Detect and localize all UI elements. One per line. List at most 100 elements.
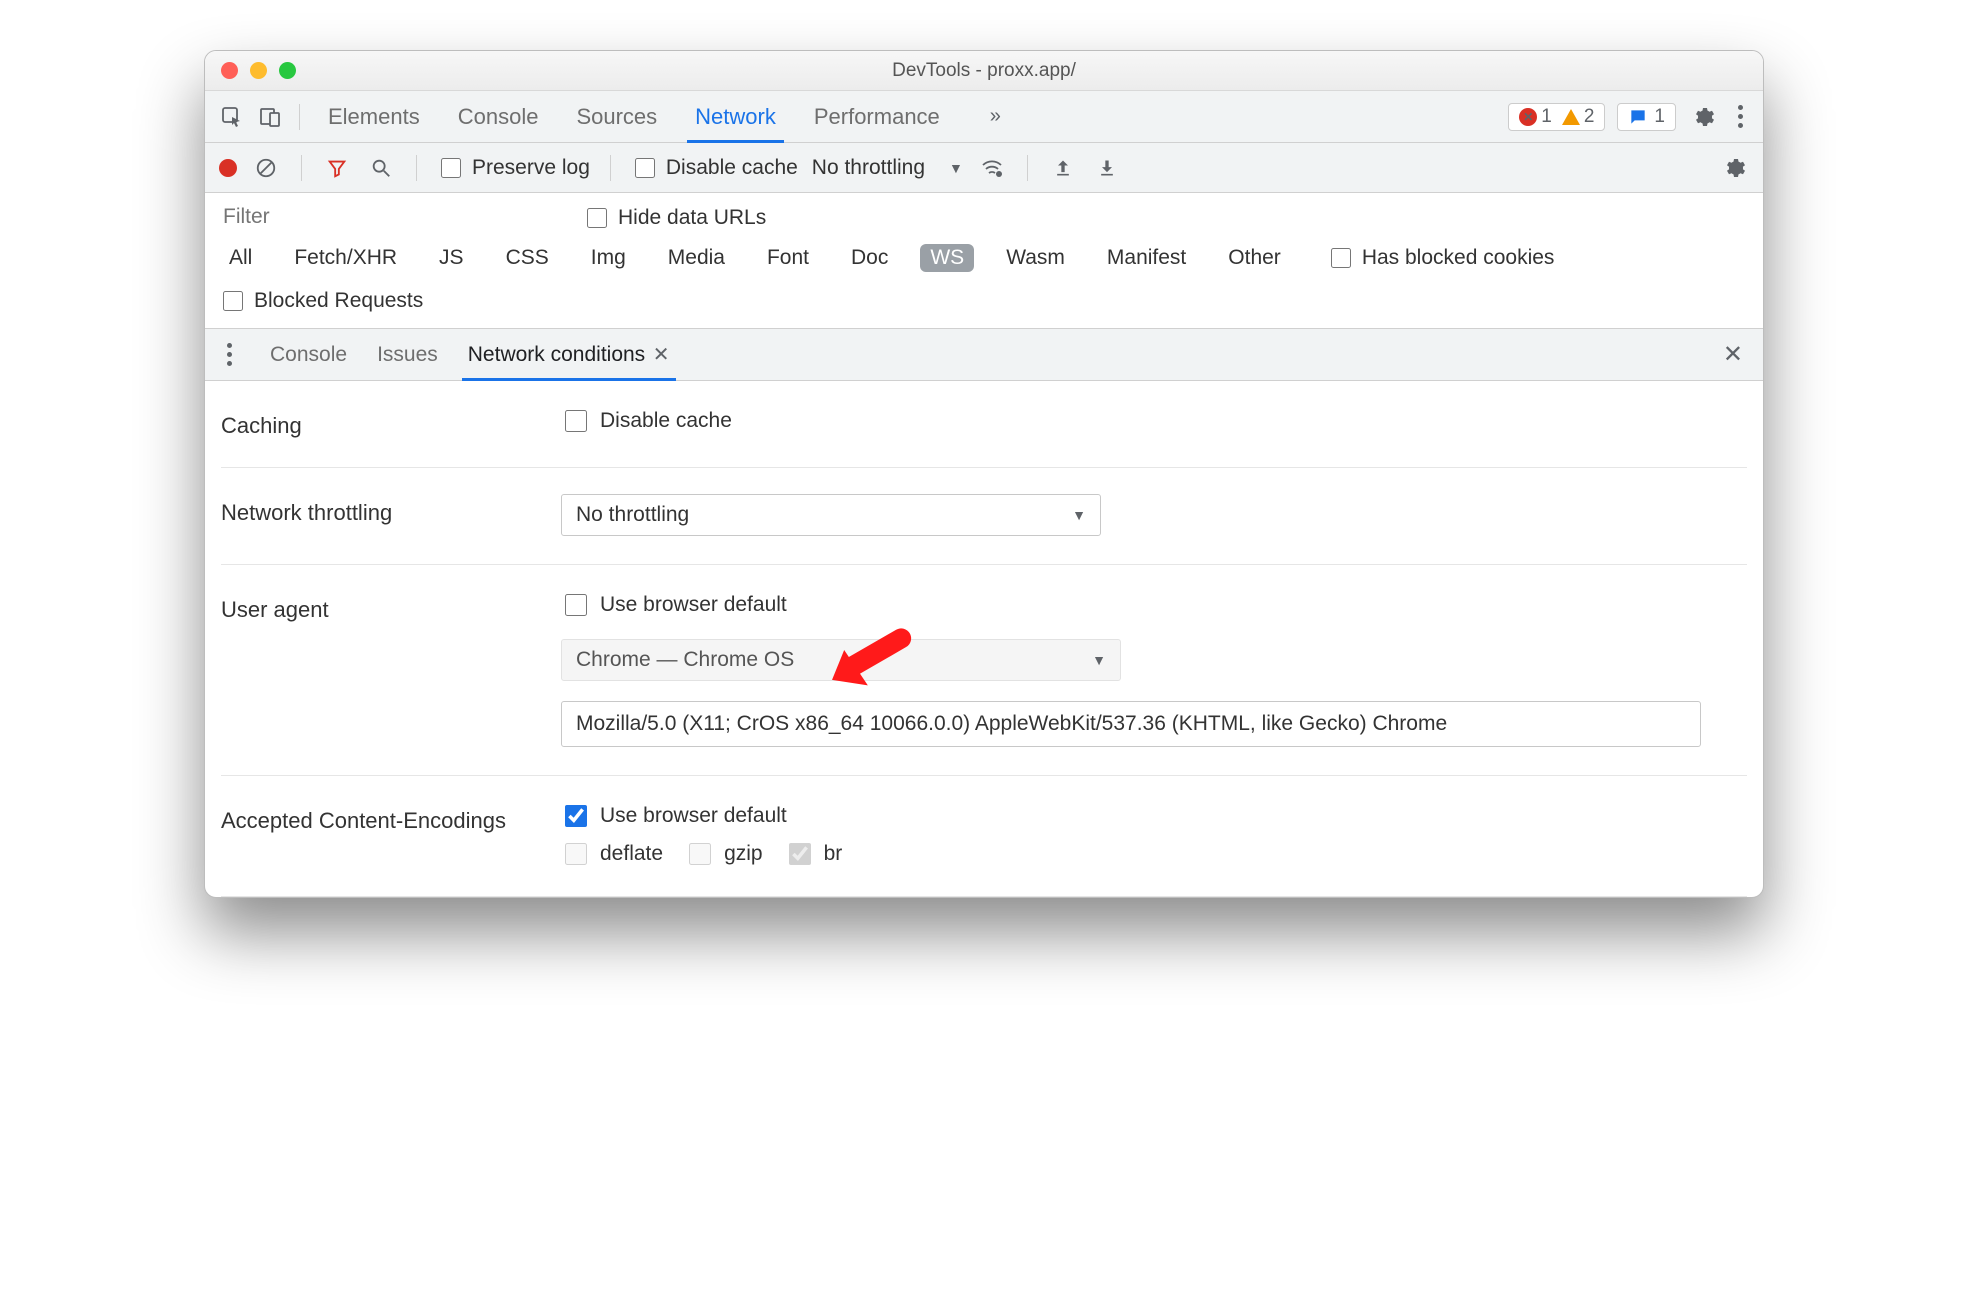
type-manifest[interactable]: Manifest [1097,244,1196,272]
chevron-down-icon: ▼ [1072,507,1086,523]
throttling-dropdown-value: No throttling [576,503,689,527]
clear-icon[interactable] [251,153,281,183]
type-other[interactable]: Other [1218,244,1291,272]
ua-use-default-checkbox[interactable]: Use browser default [561,591,1747,619]
devtools-window: DevTools - proxx.app/ Elements Console S… [204,50,1764,898]
user-agent-label: User agent [221,591,521,623]
disable-cache-checkbox[interactable]: Disable cache [631,155,798,181]
network-settings-icon[interactable] [1719,153,1749,183]
drawer-tab-network-conditions[interactable]: Network conditions ✕ [468,329,670,380]
type-ws[interactable]: WS [920,244,974,272]
more-tabs-icon[interactable]: » [990,105,1001,128]
blocked-requests-checkbox[interactable]: Blocked Requests [219,288,423,314]
type-font[interactable]: Font [757,244,819,272]
hide-data-urls-label: Hide data URLs [618,206,766,230]
type-fetchxhr[interactable]: Fetch/XHR [284,244,407,272]
type-filters: All Fetch/XHR JS CSS Img Media Font Doc … [205,240,1763,282]
minimize-window-button[interactable] [250,62,267,79]
tab-network[interactable]: Network [693,91,778,142]
filter-input[interactable] [219,199,559,236]
row-caching: Caching Disable cache [221,381,1747,468]
blocked-requests-label: Blocked Requests [254,289,423,313]
inspect-element-icon[interactable] [217,102,247,132]
ua-preset-dropdown[interactable]: Chrome — Chrome OS ▼ [561,639,1121,681]
drawer-tab-issues[interactable]: Issues [377,329,438,380]
close-drawer-icon[interactable]: ✕ [1723,340,1749,369]
encoding-br[interactable]: br [785,840,843,868]
drawer-kebab-icon[interactable] [219,343,240,366]
divider [299,104,300,130]
encodings-use-default-checkbox[interactable]: Use browser default [561,802,1747,830]
caching-label: Caching [221,407,521,439]
panel-tabs: Elements Console Sources Network Perform… [326,91,1001,142]
issues-badge[interactable]: ✕1 2 [1508,103,1605,131]
record-button[interactable] [219,159,237,177]
row-encodings: Accepted Content-Encodings Use browser d… [221,776,1747,897]
tab-console[interactable]: Console [456,91,541,142]
error-icon: ✕ [1519,108,1537,126]
throttling-label: Network throttling [221,494,521,526]
ua-preset-value: Chrome — Chrome OS [576,648,794,672]
kebab-menu-icon[interactable] [1730,105,1751,128]
throttling-select[interactable]: No throttling [812,156,929,180]
type-doc[interactable]: Doc [841,244,898,272]
warning-count: 2 [1584,106,1595,128]
device-toolbar-icon[interactable] [255,102,285,132]
throttling-value: No throttling [812,156,925,179]
caching-disable-label: Disable cache [600,409,732,433]
window-controls [205,62,296,79]
messages-count: 1 [1654,106,1665,128]
search-icon[interactable] [366,153,396,183]
download-icon[interactable] [1092,153,1122,183]
settings-icon[interactable] [1688,102,1718,132]
disable-cache-label: Disable cache [666,156,798,180]
ua-string-input[interactable]: Mozilla/5.0 (X11; CrOS x86_64 10066.0.0)… [561,701,1701,747]
encoding-gzip[interactable]: gzip [685,840,763,868]
encodings-label: Accepted Content-Encodings [221,802,521,834]
drawer-tab-console[interactable]: Console [270,329,347,380]
has-blocked-cookies-label: Has blocked cookies [1362,246,1555,270]
encodings-use-default-label: Use browser default [600,804,787,828]
caching-disable-checkbox[interactable]: Disable cache [561,407,1747,435]
panel-tabstrip: Elements Console Sources Network Perform… [205,91,1763,143]
preserve-log-checkbox[interactable]: Preserve log [437,155,590,181]
maximize-window-button[interactable] [279,62,296,79]
error-count: 1 [1541,106,1552,128]
filter-icon[interactable] [322,153,352,183]
encoding-deflate[interactable]: deflate [561,840,663,868]
divider [416,155,417,181]
network-conditions-form: Caching Disable cache Network throttling… [205,381,1763,897]
messages-badge[interactable]: 1 [1617,103,1676,131]
type-js[interactable]: JS [429,244,474,272]
upload-icon[interactable] [1048,153,1078,183]
row-throttling: Network throttling No throttling ▼ [221,468,1747,565]
hide-data-urls-checkbox[interactable]: Hide data URLs [583,205,766,231]
chat-icon [1628,107,1648,127]
has-blocked-cookies-checkbox[interactable]: Has blocked cookies [1327,245,1555,271]
window-title: DevTools - proxx.app/ [205,60,1763,82]
type-img[interactable]: Img [581,244,636,272]
tab-sources[interactable]: Sources [574,91,659,142]
type-css[interactable]: CSS [496,244,559,272]
tab-performance[interactable]: Performance [812,91,942,142]
preserve-log-label: Preserve log [472,156,590,180]
blocked-requests-row: Blocked Requests [205,282,1763,329]
toolbar-right: ✕1 2 1 [1508,102,1751,132]
encodings-list: deflate gzip br [561,840,1747,868]
type-wasm[interactable]: Wasm [996,244,1075,272]
network-conditions-icon[interactable] [977,153,1007,183]
type-media[interactable]: Media [658,244,735,272]
filter-row: Hide data URLs [205,193,1763,240]
divider [1027,155,1028,181]
close-tab-icon[interactable]: ✕ [647,342,669,367]
divider [610,155,611,181]
close-window-button[interactable] [221,62,238,79]
titlebar: DevTools - proxx.app/ [205,51,1763,91]
tab-elements[interactable]: Elements [326,91,422,142]
chevron-down-icon[interactable]: ▼ [949,160,963,176]
type-all[interactable]: All [219,244,262,272]
ua-use-default-label: Use browser default [600,593,787,617]
warning-icon [1562,109,1580,125]
throttling-dropdown[interactable]: No throttling ▼ [561,494,1101,536]
drawer-tabstrip: Console Issues Network conditions ✕ ✕ [205,329,1763,381]
